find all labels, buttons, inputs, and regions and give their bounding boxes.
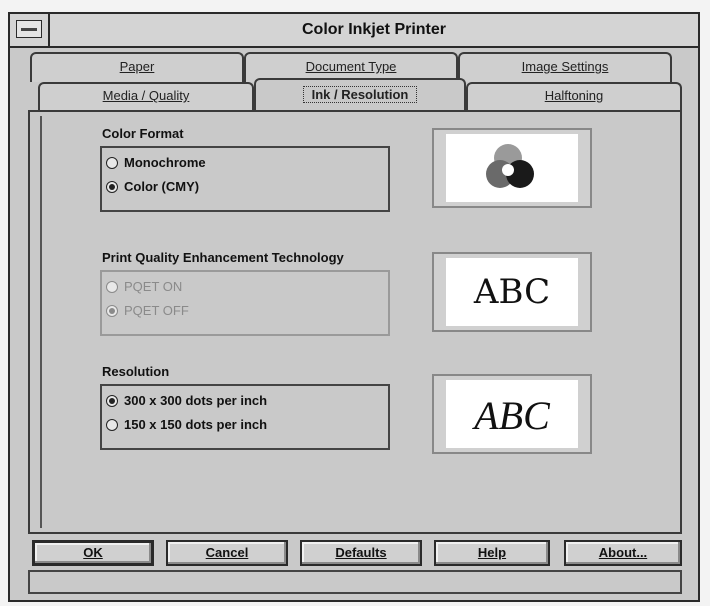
- cmy-circles-icon: [486, 144, 534, 188]
- radio-monochrome-label: Monochrome: [124, 155, 206, 170]
- radio-pqet-off-control[interactable]: [106, 305, 118, 317]
- radio-res-150-control[interactable]: [106, 419, 118, 431]
- radio-res-300-label: 300 x 300 dots per inch: [124, 393, 268, 408]
- tab-panel: Color Format Monochrome Color (CMY) Prin…: [28, 110, 682, 534]
- system-menu-button[interactable]: [16, 20, 42, 38]
- title-bar[interactable]: Color Inkjet Printer: [10, 14, 698, 48]
- system-menu-icon: [21, 28, 37, 31]
- resolution-preview-area: ABC: [446, 380, 578, 448]
- radio-pqet-on-label: PQET ON: [124, 279, 183, 294]
- printer-dialog: Color Inkjet Printer Paper Document Type…: [8, 12, 700, 602]
- about-button-label: About...: [598, 545, 648, 560]
- window-title: Color Inkjet Printer: [301, 21, 447, 38]
- tab-media-quality-label: Media / Quality: [102, 88, 190, 103]
- tab-halftoning-label: Halftoning: [544, 88, 604, 103]
- resolution-preview: ABC: [432, 374, 592, 454]
- tab-image-settings[interactable]: Image Settings: [458, 52, 672, 82]
- tab-halftoning[interactable]: Halftoning: [466, 82, 682, 110]
- tab-ink-resolution-label: Ink / Resolution: [302, 86, 418, 103]
- pqet-preview-text: ABC: [473, 272, 551, 312]
- radio-pqet-on-control[interactable]: [106, 281, 118, 293]
- tab-document-type-label: Document Type: [305, 59, 397, 74]
- ok-button[interactable]: OK: [32, 540, 154, 566]
- pqet-label: Print Quality Enhancement Technology: [102, 250, 344, 265]
- color-preview-area: [446, 134, 578, 202]
- help-button-label: Help: [477, 545, 507, 560]
- pqet-group: PQET ON PQET OFF: [100, 270, 390, 336]
- status-bar: [28, 570, 682, 594]
- color-format-group: Monochrome Color (CMY): [100, 146, 390, 212]
- radio-color-cmy-label: Color (CMY): [124, 179, 200, 194]
- resolution-label: Resolution: [102, 364, 170, 379]
- radio-color-cmy-control[interactable]: [106, 181, 118, 193]
- radio-pqet-off-label: PQET OFF: [124, 303, 189, 318]
- cancel-button-label: Cancel: [205, 545, 249, 560]
- resolution-group: 300 x 300 dots per inch 150 x 150 dots p…: [100, 384, 390, 450]
- ok-button-label: OK: [83, 545, 103, 560]
- cancel-button[interactable]: Cancel: [166, 540, 288, 566]
- help-button[interactable]: Help: [434, 540, 550, 566]
- color-format-label: Color Format: [102, 126, 184, 141]
- pqet-preview-area: ABC: [446, 258, 578, 326]
- radio-res-150-label: 150 x 150 dots per inch: [124, 417, 268, 432]
- resolution-preview-text: ABC: [474, 393, 550, 438]
- pqet-preview: ABC: [432, 252, 592, 332]
- tab-paper[interactable]: Paper: [30, 52, 244, 82]
- about-button[interactable]: About...: [564, 540, 682, 566]
- tab-paper-label: Paper: [119, 59, 155, 74]
- tab-image-settings-label: Image Settings: [521, 59, 609, 74]
- radio-res-300-control[interactable]: [106, 395, 118, 407]
- tab-media-quality[interactable]: Media / Quality: [38, 82, 254, 110]
- tab-ink-resolution[interactable]: Ink / Resolution: [254, 78, 466, 112]
- defaults-button-label: Defaults: [335, 545, 387, 560]
- color-format-preview: [432, 128, 592, 208]
- radio-monochrome-control[interactable]: [106, 157, 118, 169]
- defaults-button[interactable]: Defaults: [300, 540, 422, 566]
